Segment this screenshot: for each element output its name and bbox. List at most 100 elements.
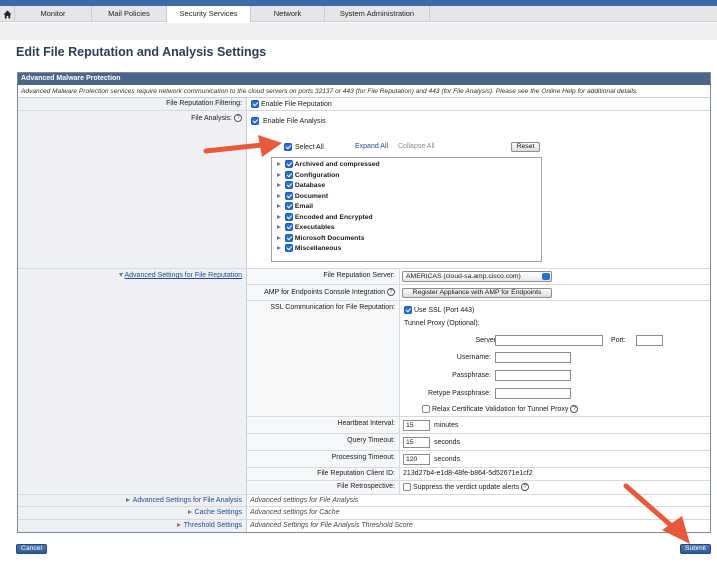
enable-file-reputation-checkbox[interactable]: [251, 100, 259, 108]
heartbeat-unit: minutes: [434, 422, 459, 429]
processing-timeout-input[interactable]: 120: [403, 454, 430, 465]
file-type-item[interactable]: Document: [277, 191, 329, 202]
row-label-cell: Advanced Settings for File Analysis: [18, 495, 247, 507]
file-type-label: Database: [294, 182, 326, 189]
file-retrospective-label: File Retrospective:: [337, 483, 395, 490]
advanced-settings-file-analysis-link[interactable]: Advanced Settings for File Analysis: [133, 497, 242, 504]
expand-all-link[interactable]: Expand All: [355, 143, 388, 150]
expand-triangle-icon[interactable]: [277, 162, 281, 167]
file-type-item[interactable]: Miscellaneous: [277, 244, 341, 254]
help-icon[interactable]: ?: [570, 405, 579, 413]
expand-triangle-icon[interactable]: [277, 235, 281, 240]
file-type-checkbox[interactable]: [285, 160, 293, 169]
file-type-item[interactable]: Archived and compressed: [277, 160, 380, 170]
main-nav: Monitor Mail Policies Security Services …: [0, 6, 717, 22]
expand-triangle-icon[interactable]: [277, 214, 281, 219]
expand-triangle-icon[interactable]: [277, 204, 281, 209]
row-value-cell: Enable File Reputation: [247, 98, 710, 111]
expand-triangle-icon[interactable]: [277, 225, 281, 230]
sub-label-cell: File Retrospective:: [247, 481, 400, 495]
enable-file-reputation-label: Enable File Reputation: [260, 100, 332, 108]
expand-triangle-icon[interactable]: [125, 498, 130, 503]
row-label-cell: Cache Settings: [18, 507, 247, 520]
tab-network[interactable]: Network: [250, 6, 324, 22]
expand-triangle-icon[interactable]: [277, 246, 281, 251]
tab-mail-policies[interactable]: Mail Policies: [91, 6, 166, 22]
home-button[interactable]: [0, 6, 14, 22]
cancel-button[interactable]: Cancel: [16, 544, 47, 554]
proxy-passphrase-label: Passphrase:: [452, 372, 491, 379]
proxy-retype-passphrase-label: Retype Passphrase:: [427, 390, 491, 397]
file-type-tree: Archived and compressed Configuration Da…: [271, 157, 542, 262]
collapse-all-link[interactable]: Collapse All: [398, 143, 435, 150]
section-description: Advanced settings for Cache: [250, 509, 340, 516]
sub-label-cell: Query Timeout:: [247, 434, 400, 451]
file-type-label: Email: [294, 203, 314, 210]
expand-triangle-icon[interactable]: [277, 193, 281, 198]
file-type-item[interactable]: Executables: [277, 223, 335, 233]
help-icon[interactable]: ?: [387, 288, 395, 296]
file-type-label: Document: [294, 192, 329, 200]
file-type-checkbox[interactable]: [285, 244, 293, 253]
file-type-checkbox[interactable]: [285, 170, 293, 179]
file-type-item[interactable]: Configuration: [277, 170, 339, 181]
reset-button[interactable]: Reset: [511, 142, 540, 152]
file-type-checkbox[interactable]: [285, 233, 293, 242]
help-icon[interactable]: ?: [521, 483, 530, 491]
file-type-checkbox[interactable]: [285, 202, 293, 211]
file-type-checkbox[interactable]: [285, 191, 293, 200]
proxy-port-label: Port:: [611, 337, 626, 344]
chevron-updown-icon: [542, 273, 550, 280]
expand-triangle-icon[interactable]: [277, 172, 281, 177]
file-type-label: Miscellaneous: [294, 245, 342, 252]
processing-timeout-unit: seconds: [434, 456, 461, 463]
proxy-passphrase-input[interactable]: [495, 370, 571, 381]
file-type-item[interactable]: Encoded and Encrypted: [277, 212, 373, 223]
processing-timeout-label: Processing Timeout:: [331, 454, 395, 461]
file-type-item[interactable]: Microsoft Documents: [277, 233, 364, 244]
enable-file-analysis-checkbox[interactable]: [251, 117, 259, 125]
select-all-label: Select All: [294, 143, 324, 151]
sub-value-cell: AMERICAS (cloud-sa.amp.cisco.com): [400, 269, 710, 285]
heartbeat-interval-label: Heartbeat Interval:: [337, 420, 395, 427]
expand-triangle-icon[interactable]: [187, 510, 192, 515]
tab-monitor[interactable]: Monitor: [14, 6, 91, 22]
help-icon[interactable]: ?: [234, 114, 242, 122]
register-appliance-button[interactable]: Register Appliance with AMP for Endpoint…: [402, 288, 552, 298]
cache-settings-link[interactable]: Cache Settings: [195, 509, 242, 516]
heartbeat-interval-input[interactable]: 15: [403, 420, 430, 431]
query-timeout-unit: seconds: [434, 439, 461, 446]
tab-system-administration[interactable]: System Administration: [324, 6, 430, 22]
annotation-arrow-icon: [623, 483, 690, 544]
file-type-label: Encoded and Encrypted: [294, 213, 373, 221]
collapse-triangle-icon[interactable]: [118, 273, 123, 278]
relax-cert-checkbox[interactable]: [422, 405, 430, 413]
use-ssl-checkbox[interactable]: [404, 306, 412, 314]
proxy-server-input[interactable]: [495, 335, 603, 346]
tab-security-services[interactable]: Security Services: [166, 6, 250, 22]
sub-value-cell: Use SSL (Port 443) Tunnel Proxy (Optiona…: [400, 301, 710, 417]
ssl-communication-label: SSL Communication for File Reputation:: [270, 304, 395, 311]
file-type-label: Archived and compressed: [294, 161, 380, 168]
file-type-item[interactable]: Database: [277, 181, 325, 191]
query-timeout-input[interactable]: 15: [403, 437, 430, 448]
annotation-arrow-icon: [203, 135, 282, 157]
proxy-retype-passphrase-input[interactable]: [495, 388, 571, 399]
file-type-checkbox[interactable]: [285, 223, 293, 232]
threshold-settings-link[interactable]: Threshold Settings: [184, 522, 242, 529]
proxy-username-input[interactable]: [495, 352, 571, 363]
suppress-verdict-checkbox[interactable]: [403, 483, 411, 491]
proxy-port-input[interactable]: [636, 335, 663, 346]
sub-value-cell: 120 seconds: [400, 451, 710, 468]
file-type-checkbox[interactable]: [285, 181, 293, 190]
query-timeout-label: Query Timeout:: [347, 437, 395, 444]
section-description: Advanced settings for File Analysis: [250, 497, 359, 504]
advanced-settings-file-reputation-link[interactable]: Advanced Settings for File Reputation: [124, 272, 242, 279]
row-label-cell: Threshold Settings: [18, 520, 247, 532]
sub-label-cell: Processing Timeout:: [247, 451, 400, 468]
expand-triangle-icon[interactable]: [277, 183, 281, 188]
file-type-item[interactable]: Email: [277, 202, 313, 212]
expand-triangle-icon[interactable]: [176, 523, 181, 528]
file-reputation-server-select[interactable]: AMERICAS (cloud-sa.amp.cisco.com): [402, 271, 552, 282]
file-type-checkbox[interactable]: [285, 212, 293, 221]
